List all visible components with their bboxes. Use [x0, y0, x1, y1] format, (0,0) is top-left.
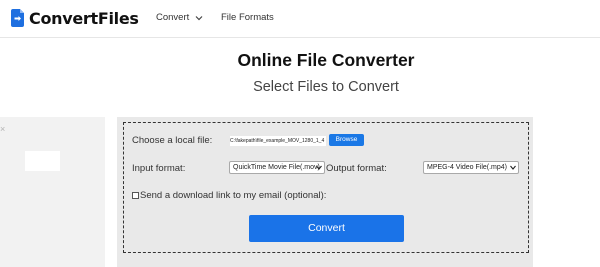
close-icon[interactable]: × — [0, 124, 5, 134]
nav-convert-menu[interactable]: Convert — [156, 12, 203, 23]
output-format-select[interactable]: MPEG-4 Video File(.mp4) — [423, 161, 519, 174]
nav-convert-label: Convert — [156, 12, 190, 23]
chevron-down-icon — [316, 165, 322, 170]
output-format-value: MPEG-4 Video File(.mp4) — [427, 164, 508, 171]
output-format-label: Output format: — [326, 163, 387, 174]
file-convert-icon — [11, 9, 24, 27]
page-subtitle: Select Files to Convert — [253, 79, 399, 95]
email-checkbox-label: Send a download link to my email (option… — [140, 190, 327, 201]
left-side-panel — [0, 117, 105, 267]
logo[interactable]: ConvertFiles — [11, 8, 139, 28]
chevron-down-icon — [195, 15, 203, 20]
input-format-value: QuickTime Movie File(.mov) — [233, 164, 320, 171]
input-format-label: Input format: — [132, 163, 186, 174]
page-title: Online File Converter — [237, 50, 415, 70]
file-path-field[interactable]: C:\fakepath\file_example_MOV_1280_1_4 — [230, 136, 326, 146]
chevron-down-icon — [510, 165, 516, 170]
email-checkbox[interactable] — [132, 192, 139, 199]
logo-text: ConvertFiles — [29, 8, 139, 28]
input-format-select[interactable]: QuickTime Movie File(.mov) — [229, 161, 325, 174]
side-panel-box — [25, 151, 60, 171]
convert-button[interactable]: Convert — [249, 215, 404, 242]
local-file-label: Choose a local file: — [132, 135, 213, 146]
nav-file-formats-link[interactable]: File Formats — [221, 12, 274, 23]
browse-button[interactable]: Browse — [329, 134, 364, 146]
site-header: ConvertFiles Convert File Formats — [0, 0, 600, 38]
